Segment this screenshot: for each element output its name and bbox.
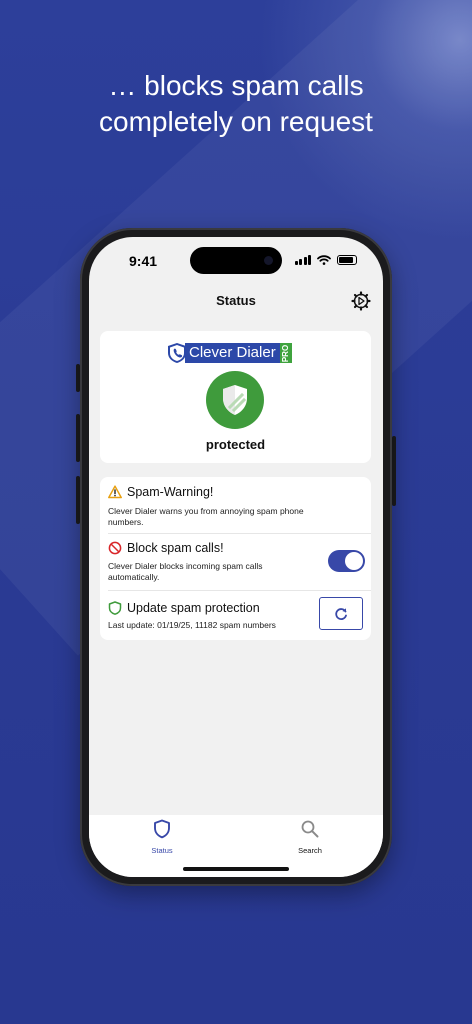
- shield-check-icon: [206, 371, 264, 429]
- phone-power-button: [392, 436, 396, 506]
- battery-icon: [337, 255, 357, 265]
- toggle-knob: [345, 552, 363, 570]
- spam-warning-description: Clever Dialer warns you from annoying sp…: [108, 506, 304, 527]
- wifi-icon: [317, 255, 331, 265]
- tab-status-label: Status: [151, 846, 173, 855]
- page-title: Status: [216, 293, 256, 308]
- tab-search-label: Search: [298, 846, 322, 855]
- update-protection-title: Update spam protection: [108, 601, 260, 615]
- refresh-button[interactable]: [319, 597, 363, 630]
- headline: … blocks spam calls completely on reques…: [0, 68, 472, 140]
- protection-status-label: protected: [205, 437, 266, 452]
- block-spam-toggle[interactable]: [328, 550, 365, 572]
- features-card: Spam-Warning! Clever Dialer warns you fr…: [100, 477, 371, 640]
- search-icon: [301, 820, 319, 838]
- spam-warning-title: Spam-Warning!: [108, 485, 213, 499]
- update-protection-description: Last update: 01/19/25, 11182 spam number…: [108, 620, 276, 630]
- dynamic-island: [190, 247, 282, 274]
- protection-card: Clever Dialer PRO protected: [100, 331, 371, 463]
- list-item-spam-warning: Spam-Warning! Clever Dialer warns you fr…: [100, 477, 371, 533]
- phone-frame: 9:41 Status Clever Dialer PRO protected …: [80, 228, 392, 886]
- shield-icon: [108, 601, 122, 615]
- headline-line-1: … blocks spam calls: [108, 70, 364, 101]
- cellular-signal-icon: [294, 255, 311, 265]
- status-bar-time: 9:41: [129, 253, 158, 269]
- logo-pro-badge: PRO: [279, 343, 292, 363]
- list-item-block-spam: Block spam calls! Clever Dialer blocks i…: [100, 534, 371, 590]
- shield-icon: [154, 819, 170, 839]
- logo-shield-icon: [168, 343, 186, 363]
- home-indicator[interactable]: [183, 867, 289, 871]
- refresh-icon: [335, 607, 347, 620]
- gear-icon[interactable]: [351, 291, 371, 311]
- phone-screen: 9:41 Status Clever Dialer PRO protected …: [89, 237, 383, 877]
- warning-icon: [108, 485, 122, 499]
- tab-status[interactable]: Status: [132, 819, 192, 855]
- logo-brand-text: Clever Dialer: [185, 343, 280, 363]
- list-item-update-protection: Update spam protection Last update: 01/1…: [100, 591, 371, 640]
- clever-dialer-logo: Clever Dialer PRO: [167, 341, 304, 365]
- block-spam-title: Block spam calls!: [108, 541, 224, 555]
- status-bar-icons: [294, 255, 357, 265]
- block-spam-description: Clever Dialer blocks incoming spam calls…: [108, 561, 263, 582]
- tab-search[interactable]: Search: [280, 819, 340, 855]
- headline-line-2: completely on request: [99, 106, 373, 137]
- block-icon: [108, 541, 122, 555]
